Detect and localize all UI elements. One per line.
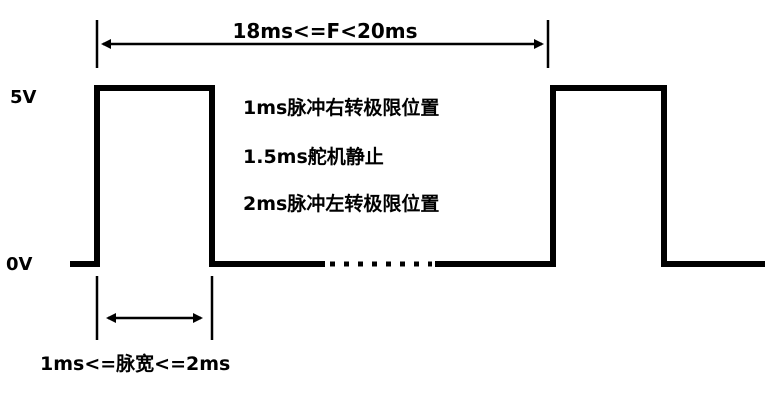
low-level-label: 0V xyxy=(6,254,33,275)
note-1-5ms: 1.5ms舵机静止 xyxy=(243,145,384,168)
pulse-width-label: 1ms<=脉宽<=2ms xyxy=(40,352,230,375)
high-level-label: 5V xyxy=(10,87,37,108)
period-label: 18ms<=F<20ms xyxy=(232,19,417,43)
note-1ms: 1ms脉冲右转极限位置 xyxy=(243,96,439,119)
pwm-timing-diagram: 5V 0V 18ms<=F<20ms 1ms脉冲右转极限位置 1.5ms舵机静止… xyxy=(6,19,765,375)
note-2ms: 2ms脉冲左转极限位置 xyxy=(243,192,439,215)
waveform-right-segment xyxy=(435,85,765,267)
